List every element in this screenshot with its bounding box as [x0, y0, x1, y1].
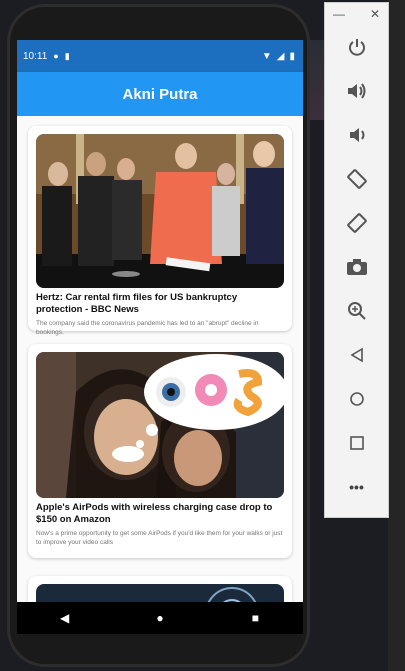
android-navbar: ◀ ● ■ [17, 602, 303, 634]
back-icon[interactable] [325, 333, 388, 377]
status-time: 10:11 [23, 50, 48, 62]
more-icon[interactable]: ••• [325, 465, 388, 509]
emulator-toolbar: — ✕ ••• [324, 2, 389, 518]
background-window-strip [310, 40, 324, 120]
status-bar: 10:11 ● ▮ ▼ ◢ ▮ [17, 40, 303, 72]
app-title: Akni Putra [122, 85, 198, 103]
news-title: Apple's AirPods with wireless charging c… [36, 502, 273, 525]
nav-back-icon[interactable]: ◀ [50, 611, 80, 625]
close-icon[interactable]: ✕ [370, 7, 380, 21]
rotate-right-icon[interactable] [325, 201, 388, 245]
zoom-icon[interactable] [325, 289, 388, 333]
battery-icon: ▮ [289, 50, 295, 62]
news-image [36, 134, 284, 288]
app-bar: Akni Putra [17, 72, 303, 116]
notification-icon: ● [53, 51, 59, 61]
power-icon[interactable] [325, 25, 388, 69]
news-list[interactable]: Hertz: Car rental firm files for US bank… [17, 116, 303, 634]
phone-screen: 10:11 ● ▮ ▼ ◢ ▮ Akni Putra Hertz: Car re… [17, 40, 303, 634]
camera-icon[interactable] [325, 245, 388, 289]
rotate-left-icon[interactable] [325, 157, 388, 201]
nav-overview-icon[interactable]: ■ [240, 611, 270, 625]
minimize-icon[interactable]: — [333, 7, 345, 21]
sd-card-icon: ▮ [64, 50, 70, 61]
news-card[interactable]: Apple's AirPods with wireless charging c… [28, 344, 292, 558]
news-card[interactable]: Hertz: Car rental firm files for US bank… [28, 126, 292, 336]
signal-icon: ◢ [276, 50, 285, 62]
overview-icon[interactable] [325, 421, 388, 465]
news-image [36, 352, 284, 498]
home-icon[interactable] [325, 377, 388, 421]
news-title: Hertz: Car rental firm files for US bank… [36, 292, 238, 315]
editor-edge [388, 0, 405, 671]
news-description: The company said the coronavirus pandemi… [36, 320, 259, 336]
volume-down-icon[interactable] [325, 113, 388, 157]
volume-up-icon[interactable] [325, 69, 388, 113]
news-description: Now's a prime opportunity to get some Ai… [36, 530, 283, 546]
nav-home-icon[interactable]: ● [145, 611, 175, 625]
wifi-icon: ▼ [261, 50, 272, 62]
